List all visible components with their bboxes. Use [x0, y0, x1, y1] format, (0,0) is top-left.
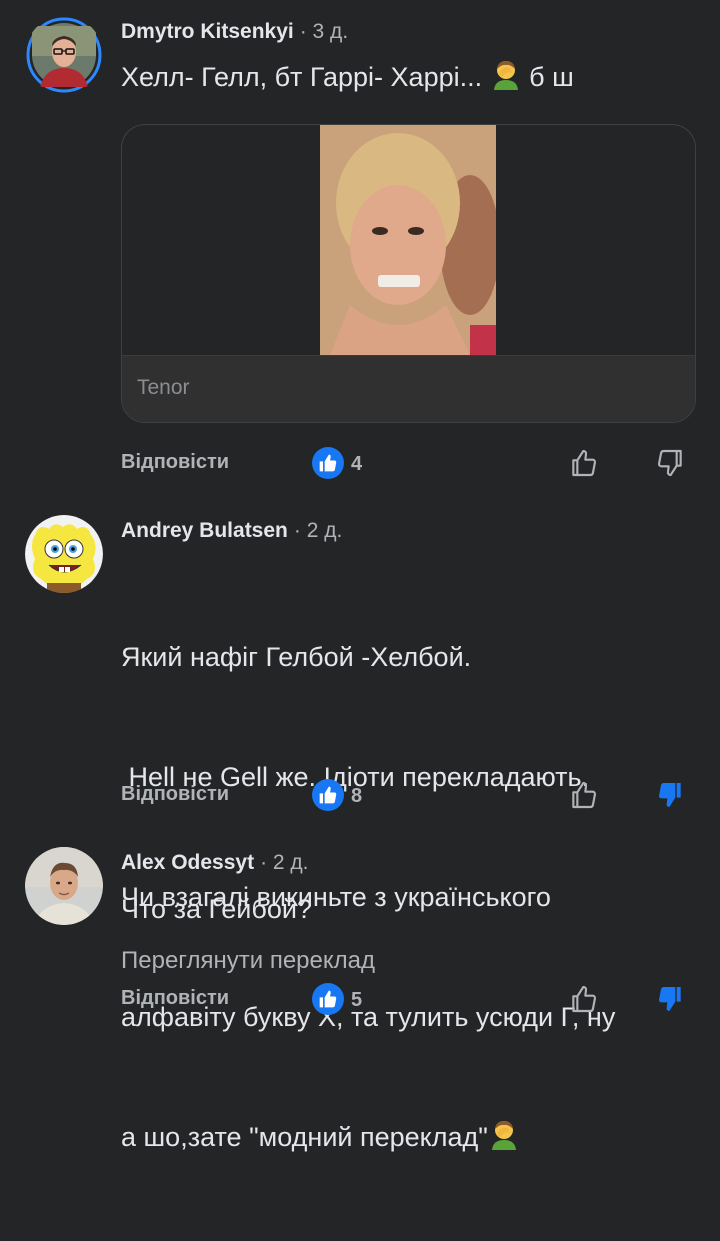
like-reaction-icon[interactable] — [312, 983, 344, 1015]
like-reaction-icon[interactable] — [312, 779, 344, 811]
comment-andrey: Andrey Bulatsen · 2 д. Який нафіг Гелбой … — [0, 495, 720, 1152]
comment-text-line-last: а шо,зате "модний переклад" — [121, 1117, 701, 1161]
reply-button[interactable]: Відповісти — [121, 987, 229, 1010]
comment-text-line: а шо,зате "модний переклад" — [121, 1122, 488, 1152]
author-name-text[interactable]: Alex Odessyt — [121, 851, 254, 874]
comment-dmytro: Dmytro Kitsenkyi · 3 д. Хелл- Гелл, бт Га… — [0, 0, 720, 495]
upvote-button[interactable] — [566, 777, 602, 813]
reply-button[interactable]: Відповісти — [121, 783, 229, 806]
comment-time[interactable]: · 2 д. — [260, 851, 308, 874]
thumb-up-outline-icon — [572, 985, 597, 1013]
see-translation-link[interactable]: Переглянути переклад — [121, 947, 375, 975]
like-count[interactable]: 8 — [351, 785, 362, 808]
avatar[interactable] — [25, 16, 103, 94]
avatar[interactable] — [25, 847, 103, 925]
thumb-down-filled-icon — [659, 783, 681, 807]
comment-alex: Alex Odessyt · 2 д. Что за Гейбой? Перегл… — [0, 825, 720, 1032]
downvote-button[interactable] — [652, 445, 688, 481]
comment-text-part1: Хелл- Гелл, бт Гаррі- Харрі... — [121, 62, 490, 92]
downvote-button-active[interactable] — [652, 981, 688, 1017]
comment-text-line: Який нафіг Гелбой -Хелбой. — [121, 642, 472, 672]
comment-text: Что за Гейбой? — [121, 894, 312, 924]
thumb-down-outline-icon — [657, 449, 682, 477]
like-count[interactable]: 5 — [351, 989, 362, 1012]
author-name-text[interactable]: Andrey Bulatsen — [121, 519, 288, 542]
upvote-button[interactable] — [566, 445, 602, 481]
like-count[interactable]: 4 — [351, 453, 362, 476]
author-name[interactable]: Andrey Bulatsen · 2 д. — [121, 519, 342, 543]
avatar-andrey-image — [25, 515, 103, 593]
author-name[interactable]: Alex Odessyt · 2 д. — [121, 851, 309, 875]
gif-attachment[interactable]: Tenor — [121, 124, 696, 423]
author-name[interactable]: Dmytro Kitsenkyi · 3 д. — [121, 20, 348, 44]
gif-image — [320, 125, 496, 355]
downvote-button-active[interactable] — [652, 777, 688, 813]
facepalm-emoji-icon — [488, 1118, 520, 1161]
comment-time[interactable]: · 3 д. — [300, 20, 348, 43]
author-name-text[interactable]: Dmytro Kitsenkyi — [121, 20, 294, 43]
comment-time[interactable]: · 2 д. — [294, 519, 342, 542]
gif-footer: Tenor — [122, 355, 695, 422]
comment-text-part2: б ш — [521, 62, 574, 92]
thumb-up-outline-icon — [572, 781, 597, 809]
avatar[interactable] — [25, 515, 103, 593]
thumb-down-filled-icon — [659, 987, 681, 1011]
like-reaction-icon[interactable] — [312, 447, 344, 479]
avatar-alex-image — [25, 847, 103, 925]
facepalm-emoji-icon — [490, 58, 522, 101]
avatar-dmytro-image — [26, 17, 102, 93]
upvote-button[interactable] — [566, 981, 602, 1017]
comment-text: Хелл- Гелл, бт Гаррі- Харрі... б ш — [121, 57, 701, 101]
thumb-up-outline-icon — [572, 449, 597, 477]
gif-source-label: Tenor — [137, 376, 190, 399]
reply-button[interactable]: Відповісти — [121, 451, 229, 474]
